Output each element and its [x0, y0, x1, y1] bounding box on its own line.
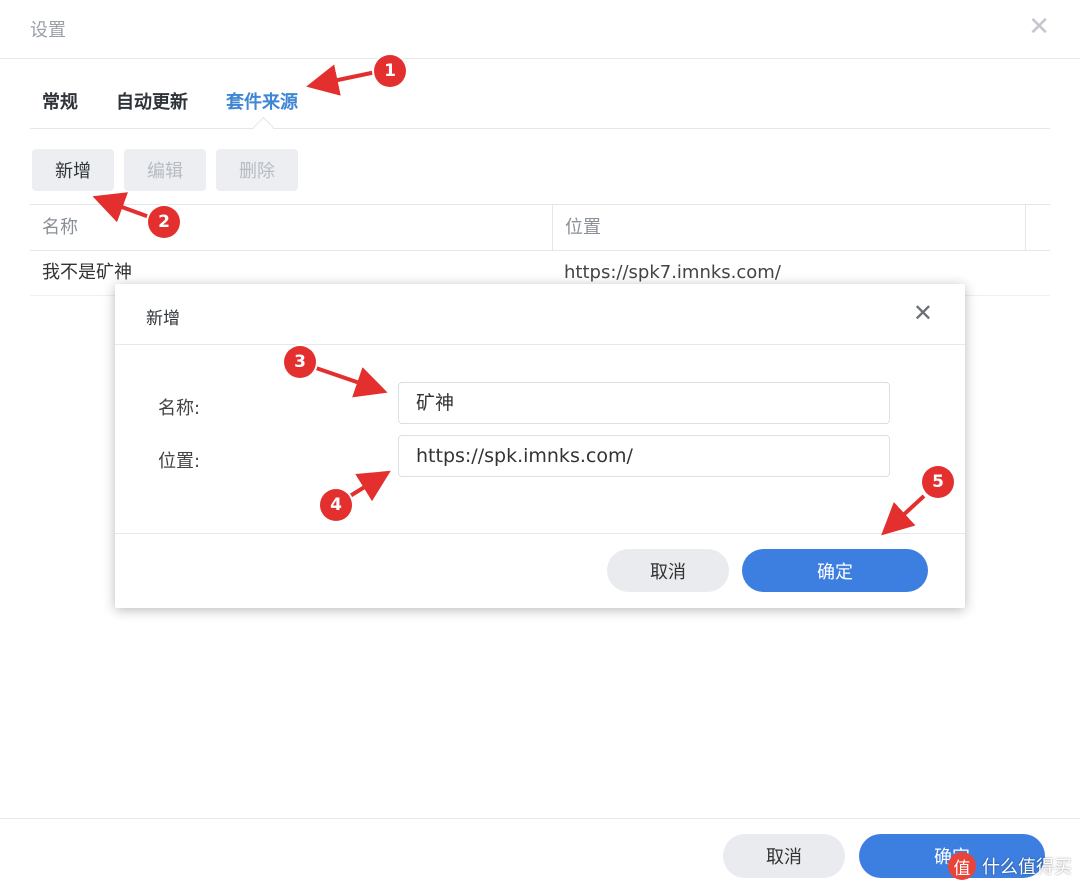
arrow-2	[92, 192, 153, 223]
callout-badge-1: 1	[374, 55, 406, 87]
arrow-1	[306, 64, 377, 96]
callout-badge-3: 3	[284, 346, 316, 378]
annotation-arrows	[92, 64, 926, 536]
arrow-4	[348, 470, 391, 502]
arrow-3	[315, 366, 388, 398]
arrow-5	[881, 494, 926, 536]
callout-badge-5: 5	[922, 466, 954, 498]
callout-badge-4: 4	[320, 489, 352, 521]
callout-badge-2: 2	[148, 206, 180, 238]
